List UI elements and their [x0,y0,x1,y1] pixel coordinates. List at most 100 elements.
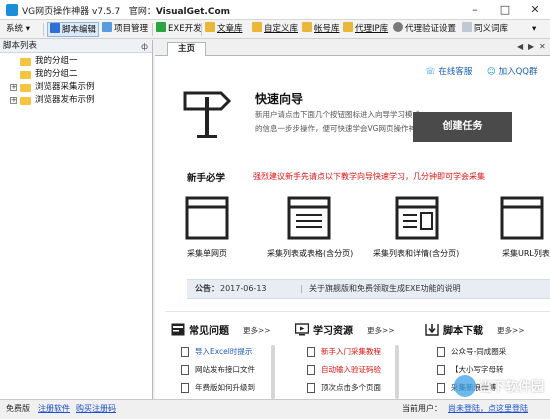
proxy-ip-lib-button[interactable]: 代理IP库 [343,22,388,37]
tree-item-label: 我的分组一 [35,56,78,66]
script-list-title: 脚本列表 [3,41,38,51]
announcement-date: 2017-06-13 [220,284,267,293]
download-more-link[interactable]: 更多>> [497,325,525,336]
list-item-text: 导入Excel时提示 [195,347,253,356]
list-item[interactable]: 顶次点击多个页面 [307,379,381,397]
tree-item-browser-publish[interactable]: + 浏览器发布示例 [0,94,152,107]
expand-icon[interactable]: + [10,97,17,104]
document-icon [307,347,315,357]
join-qq-label: 加入QQ群 [498,67,538,77]
create-task-button[interactable]: 创建任务 [413,112,512,142]
newbie-tip: 强烈建议新手先请点以下教学向导快速学习，几分钟即可学会采集 [253,172,485,181]
site-url: VisualGet.Com [155,7,231,17]
document-icon [181,347,189,357]
newbie-section-title: 新手必学 [187,173,226,184]
list-item-text: 公众号-同成圈采 [451,347,507,356]
quick-guide-title: 快速向导 [255,92,304,106]
project-manage-label: 项目管理 [114,24,149,34]
learning-scrollbar[interactable] [395,345,399,399]
join-qq-link[interactable]: ☺ 加入QQ群 [487,65,537,77]
document-icon [307,365,315,375]
login-link[interactable]: 尚未登陆，点这里登陆 [448,400,528,418]
tree-item-group-2[interactable]: 我的分组二 [0,68,152,81]
proxy-verify-button[interactable]: 代理验证设置 [393,22,456,37]
exe-dev-button[interactable]: EXE开发 [156,22,202,37]
card-label: 采集列表和详情(含分页) [373,249,460,258]
proxy-verify-label: 代理验证设置 [405,24,457,34]
headset-icon: ☏ [425,67,436,77]
card-url-list[interactable]: 采集URL列表 [500,196,550,258]
system-menu-label: 系统 [6,24,24,34]
tab-close-icon[interactable]: ✕ [539,42,546,51]
card-single-page[interactable]: 采集单网页 [185,196,229,258]
buy-code-link[interactable]: 购买注册码 [76,400,116,418]
document-icon [437,365,445,375]
maximize-button[interactable]: □ [490,0,520,20]
faq-scrollbar[interactable] [271,345,275,399]
expand-icon[interactable]: + [10,84,17,91]
project-manage-button[interactable]: 项目管理 [102,22,148,37]
folder-icon [20,97,31,105]
toolbar-divider [201,23,202,36]
register-link[interactable]: 注册软件 [38,400,70,418]
script-list-header: 脚本列表 ф [0,40,152,53]
online-service-label: 在线客服 [438,67,473,77]
toolbar-divider [43,23,44,36]
toolbar-divider [152,23,153,36]
list-item[interactable]: 新手入门采集教程 [307,343,381,361]
document-icon [437,383,445,393]
tree-item-label: 浏览器发布示例 [35,95,95,105]
learning-more-link[interactable]: 更多>> [367,325,395,336]
exe-dev-label: EXE开发 [168,24,202,34]
faq-list: 导入Excel时提示 网站发布接口文件 年费版如何升级到 [181,343,255,397]
synonym-lib-button[interactable]: 同义词库 [462,22,508,37]
edition-label: 免费版 [6,404,30,413]
list-item-text: 顶次点击多个页面 [321,383,381,392]
system-menu[interactable]: 系统 ▾ [6,22,30,37]
online-service-link[interactable]: ☏ 在线客服 [425,65,472,77]
tree-item-group-1[interactable]: 我的分组一 [0,55,152,68]
toolbar-overflow-icon[interactable]: ▾ [532,22,536,37]
close-button[interactable]: ✕ [520,0,550,20]
exe-icon [156,22,166,32]
tab-scroll-left-icon[interactable]: ◀ [517,42,523,51]
learning-section-title: 学习资源 [295,322,353,337]
script-edit-icon [50,23,60,33]
account-lib-label: 帐号库 [314,24,340,34]
article-lib-button[interactable]: 文章库 [205,22,243,37]
custom-lib-button[interactable]: 自定义库 [252,22,298,37]
tab-home[interactable]: 主页 [167,42,207,57]
list-item[interactable]: 导入Excel时提示 [181,343,255,361]
list-item[interactable]: 自动输入验证码验 [307,361,381,379]
script-tree: 我的分组一 我的分组二 + 浏览器采集示例 + 浏览器发布示例 [0,53,152,107]
tree-item-browser-collect[interactable]: + 浏览器采集示例 [0,81,152,94]
folder-icon [252,22,262,32]
tab-scroll-right-icon[interactable]: ▶ [528,42,534,51]
list-item-text: 新手入门采集教程 [321,347,381,356]
watermark-logo-icon [454,375,476,397]
folder-icon [343,22,353,32]
download-title-text: 脚本下载 [443,326,483,337]
card-list-detail[interactable]: 采集列表和详情(含分页) [373,196,459,258]
tree-item-label: 浏览器采集示例 [35,82,95,92]
download-section-title: 脚本下载 [425,322,483,337]
gear-icon [393,22,403,32]
list-item-text: 【大小写字母转 [451,365,504,374]
announcement-link[interactable]: 关于旗舰版和免费领取生成EXE功能的说明 [309,280,461,298]
card-label: 采集单网页 [187,249,227,258]
minimize-button[interactable]: – [460,0,490,20]
pin-icon[interactable]: ф [141,40,148,53]
main-toolbar: 系统 ▾ 脚本编辑 项目管理 EXE开发 文章库 自定义库 帐号库 代理IP库 … [0,20,550,39]
single-page-icon [185,196,229,240]
current-user-label: 当前用户： [402,404,442,413]
faq-more-link[interactable]: 更多>> [243,325,271,336]
list-item[interactable]: 网站发布接口文件 [181,361,255,379]
list-item[interactable]: 公众号-同成圈采 [437,343,506,361]
script-edit-button[interactable]: 脚本编辑 [47,22,100,37]
news-icon [171,323,185,336]
account-lib-button[interactable]: 帐号库 [302,22,340,37]
list-item[interactable]: 年费版如何升级到 [181,379,255,397]
watermark: 当下软件园 [478,380,544,395]
card-list-table[interactable]: 采集列表或表格(含分页) [267,196,353,258]
window-title: VG网页操作神器 v7.5.7 官网：VisualGet.Com [22,4,230,17]
